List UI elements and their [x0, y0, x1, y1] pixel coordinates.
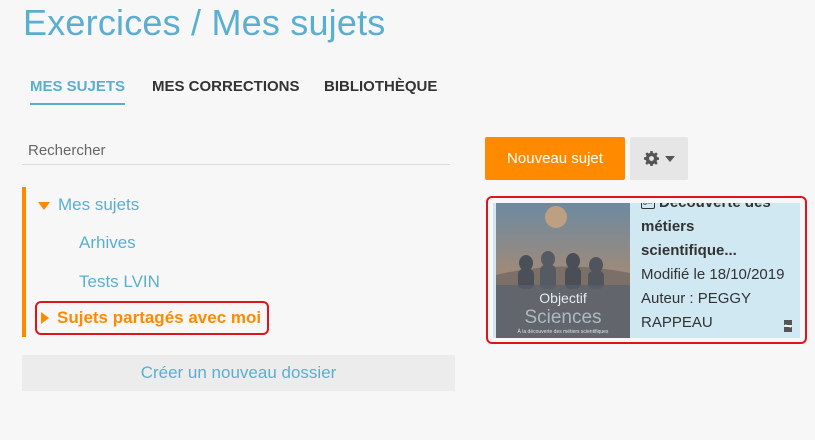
folder-shared-with-me[interactable]: Sujets partagés avec moi [35, 301, 270, 335]
subject-thumbnail: Objectif Sciences À la découverte des mé… [496, 203, 630, 338]
card-title: Découverte des métiers scientifique... [641, 203, 771, 259]
folder-label: Sujets partagés avec moi [57, 308, 262, 327]
card-modified: Modifié le 18/10/2019 [641, 266, 785, 283]
new-subject-button[interactable]: Nouveau sujet [485, 137, 625, 180]
subject-card[interactable]: Objectif Sciences À la découverte des mé… [493, 203, 800, 338]
folder-mes-sujets[interactable]: Mes sujets [38, 195, 139, 215]
gear-icon [643, 151, 659, 166]
tab-mes-corrections[interactable]: MES CORRECTIONS [152, 78, 300, 103]
folder-tests-lvin[interactable]: Tests LVIN [79, 272, 160, 292]
tab-bibliotheque[interactable]: BIBLIOTHÈQUE [324, 78, 437, 103]
document-icon [641, 203, 655, 210]
card-details: Découverte des métiers scientifique... M… [641, 203, 791, 335]
caret-down-icon [38, 201, 50, 210]
folder-arhives[interactable]: Arhives [79, 233, 136, 253]
thumbnail-line2: Sciences [524, 307, 601, 328]
page-title: Exercices / Mes sujets [23, 2, 386, 43]
folder-tree: Mes sujets Arhives Tests LVIN Sujets par… [22, 187, 456, 337]
chevron-down-icon [664, 155, 675, 162]
search-input[interactable] [22, 136, 450, 165]
folder-label: Mes sujets [58, 195, 140, 214]
tab-mes-sujets[interactable]: MES SUJETS [30, 78, 126, 105]
thumbnail-line1: Objectif [539, 290, 587, 306]
share-icon [784, 320, 792, 332]
create-folder-button[interactable]: Créer un nouveau dossier [22, 355, 455, 391]
settings-dropdown-button[interactable] [630, 137, 688, 180]
card-author: Auteur : PEGGY RAPPEAU [641, 290, 751, 331]
caret-right-icon [41, 312, 49, 324]
thumbnail-line3: À la découverte des métiers scientifique… [518, 328, 609, 335]
